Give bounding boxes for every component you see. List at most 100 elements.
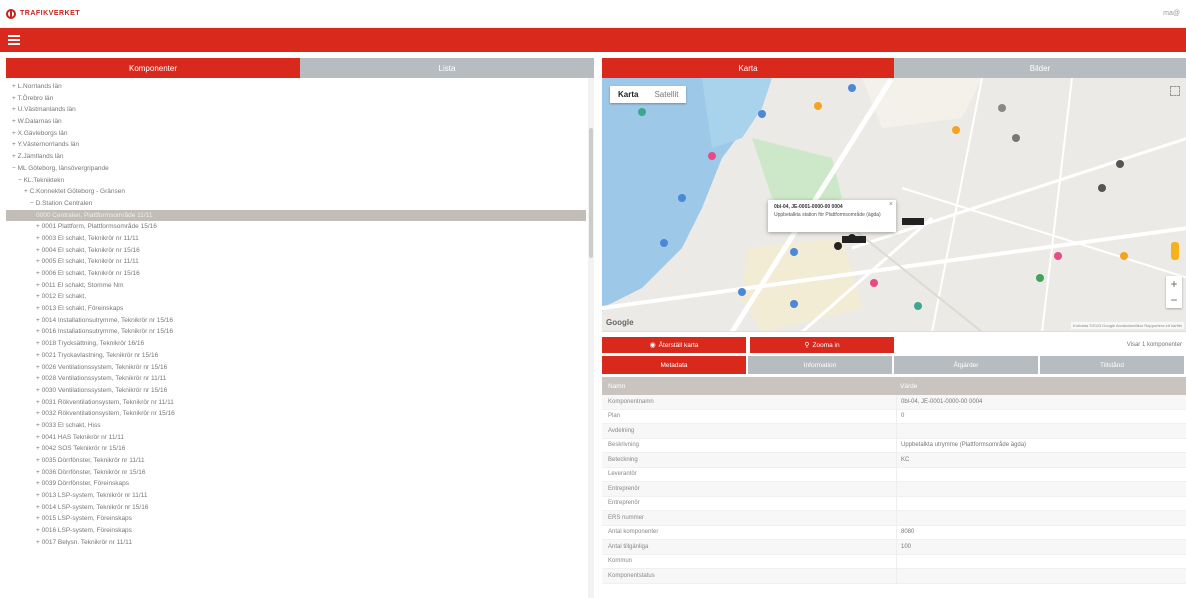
tree-item[interactable]: + 0031 Rökventilationsystem, Teknikrör n…: [6, 397, 594, 409]
header-name: Namn: [608, 382, 626, 390]
tree-item[interactable]: − D.Station Centralen: [6, 198, 594, 210]
tree-item[interactable]: + 0021 Tryckavlastning, Teknikrör nr 15/…: [6, 350, 594, 362]
property-name: Beskrivning: [608, 442, 640, 449]
tree-item[interactable]: + X.Gävleborgs län: [6, 128, 594, 140]
property-value: Uppbetalkta utrymme (Plattformsområde äg…: [896, 438, 1186, 452]
tree-item[interactable]: + 0004 El schakt, Teknikrör nr 15/16: [6, 245, 594, 257]
tab-atgarder[interactable]: Åtgärder: [894, 356, 1038, 374]
tree-item[interactable]: + 0015 LSP-system, Föreinskaps: [6, 513, 594, 525]
main-content: Komponenter Lista + L.Norrlands län + T.Ö…: [6, 58, 1186, 598]
table-row: Komponentstatus: [602, 569, 1186, 584]
tab-bilder[interactable]: Bilder: [894, 58, 1186, 78]
property-name: Komponentnamn: [608, 398, 654, 405]
tree-item[interactable]: + 0028 Ventilationssystem, Teknikrör nr …: [6, 373, 594, 385]
tree-scrollbar[interactable]: [588, 78, 594, 598]
fullscreen-icon[interactable]: [1170, 86, 1180, 96]
property-value: 0: [896, 409, 1186, 423]
property-name: Leverantör: [608, 471, 637, 478]
popup-close-icon[interactable]: ×: [889, 201, 893, 208]
table-row: Entreprenör: [602, 482, 1186, 497]
tree-item[interactable]: + 0016 Installationsutrymme, Teknikrör n…: [6, 326, 594, 338]
tree-item[interactable]: + U.Västmanlands län: [6, 104, 594, 116]
map-attribution[interactable]: Kortdata ©2023 Google Användarvillkor Ra…: [1070, 322, 1184, 329]
property-name: Avdelning: [608, 427, 635, 434]
tree-item[interactable]: + Y.Västernorrlands län: [6, 139, 594, 151]
tree-item[interactable]: + 0032 Rökventilationsystem, Teknikrör n…: [6, 408, 594, 420]
property-value: [896, 496, 1186, 510]
tree-item[interactable]: − KL.Tekniktekn: [6, 175, 594, 187]
tree-item[interactable]: + W.Dalarnas län: [6, 116, 594, 128]
tree-item[interactable]: + 0033 El schakt, Hiss: [6, 420, 594, 432]
tree-item[interactable]: + 0018 Trycksättning, Teknikrör 16/16: [6, 338, 594, 350]
detail-tabs: Metadata Information Åtgärder Tillstånd: [602, 356, 1186, 374]
tree-item[interactable]: + 0006 El schakt, Teknikrör nr 15/16: [6, 268, 594, 280]
tree-item[interactable]: + 0041 HAS Teknikrör nr 11/11: [6, 432, 594, 444]
zoom-in-map-label: Zooma in: [812, 341, 840, 349]
zoom-controls: + −: [1166, 276, 1182, 308]
tree-item[interactable]: + 0013 LSP-system, Teknikrör nr 11/11: [6, 490, 594, 502]
table-row: ERS nummer: [602, 511, 1186, 526]
table-row: Entreprenör: [602, 496, 1186, 511]
tree-item[interactable]: + 0003 El schakt, Teknikrör nr 11/11: [6, 233, 594, 245]
property-value: [896, 467, 1186, 481]
property-value: [896, 554, 1186, 568]
tree-item[interactable]: + 0042 SOS Teknikrör nr 15/16: [6, 443, 594, 455]
tree-item[interactable]: + 0014 Installationsutrymme, Teknikrör n…: [6, 315, 594, 327]
table-row: Plan 0: [602, 409, 1186, 424]
street-view-pegman-icon[interactable]: [1171, 242, 1179, 260]
tab-karta[interactable]: Karta: [602, 58, 894, 78]
tree-scrollbar-thumb[interactable]: [589, 128, 593, 258]
nav-bar: [0, 28, 1186, 52]
tree-item[interactable]: + 0012 El schakt,: [6, 291, 594, 303]
tree-item[interactable]: + 0026 Ventilationssystem, Teknikrör nr …: [6, 362, 594, 374]
property-value: [896, 424, 1186, 438]
tab-komponenter[interactable]: Komponenter: [6, 58, 300, 78]
zoom-in-button[interactable]: +: [1166, 276, 1182, 292]
tree-item[interactable]: + Z.Jämtlands län: [6, 151, 594, 163]
tree-item[interactable]: + 0017 Belysn. Teknikrör nr 11/11: [6, 537, 594, 549]
tree-item[interactable]: − ML Göteborg, länsövergripande: [6, 163, 594, 175]
tree-item[interactable]: + 0011 El schakt, Stomme Nm: [6, 280, 594, 292]
zoom-in-map-button[interactable]: ⚲ Zooma in: [750, 337, 894, 353]
hamburger-menu-icon[interactable]: [8, 35, 20, 45]
tree-item-selected[interactable]: 0000 Centralen, Plattformsområde 11/11: [6, 209, 586, 222]
tree-item[interactable]: + 0016 LSP-system, Föreinskaps: [6, 525, 594, 537]
tree-item[interactable]: + T.Örebro län: [6, 93, 594, 105]
magnifier-icon: ⚲: [804, 342, 810, 349]
tab-tillstand[interactable]: Tillstånd: [1040, 356, 1184, 374]
reset-map-button[interactable]: ◉ Återställ karta: [602, 337, 746, 353]
tree-item[interactable]: + 0013 El schakt, Föreinskaps: [6, 303, 594, 315]
user-link[interactable]: ma@: [1163, 10, 1180, 17]
map-actions: ◉ Återställ karta ⚲ Zooma in Visar 1 kom…: [602, 336, 1186, 354]
tree-item[interactable]: + 0035 Dörrfönster, Teknikrör nr 11/11: [6, 455, 594, 467]
property-value: 8080: [896, 525, 1186, 539]
property-value: [896, 482, 1186, 496]
google-logo: Google: [606, 318, 634, 327]
tree-item[interactable]: + 0036 Dörrfönster, Teknikrör nr 15/16: [6, 467, 594, 479]
tab-metadata[interactable]: Metadata: [602, 356, 746, 374]
map-view[interactable]: Karta Satellit × 0bl-04, JE-0001-0000-00…: [602, 78, 1186, 332]
brand-logo[interactable]: TRAFIKVERKET: [6, 8, 80, 19]
tree-item[interactable]: + 0005 El schakt, Teknikrör nr 11/11: [6, 256, 594, 268]
zoom-out-button[interactable]: −: [1166, 292, 1182, 308]
tree-item[interactable]: + 0030 Ventilationssystem, Teknikrör nr …: [6, 385, 594, 397]
map-type-karta[interactable]: Karta: [610, 86, 646, 103]
tree-item[interactable]: + L.Norrlands län: [6, 81, 594, 93]
left-tabs: Komponenter Lista: [6, 58, 594, 78]
property-name: Antal tillgänliga: [608, 543, 649, 550]
table-row: Antal komponenter 8080: [602, 525, 1186, 540]
map-info-popup: × 0bl-04, JE-0001-0000-00 0004 Uppbetalk…: [768, 200, 896, 232]
tab-lista[interactable]: Lista: [300, 58, 594, 78]
map-type-satellit[interactable]: Satellit: [646, 86, 686, 103]
table-row: Komponentnamn 0bl-04, JE-0001-0000-00 000…: [602, 395, 1186, 410]
property-value: 0bl-04, JE-0001-0000-00 0004: [896, 395, 1186, 409]
property-name: Entreprenör: [608, 485, 640, 492]
tree-item[interactable]: + 0039 Dörrfönster, Föreinskaps: [6, 478, 594, 490]
right-panel: Karta Bilder Karta Satellit × 0bl-04, JE…: [602, 58, 1186, 598]
table-row: Kommun: [602, 554, 1186, 569]
tree-item[interactable]: + 0001 Plattform, Plattformsområde 15/16: [6, 221, 594, 233]
table-row: Avdelning: [602, 424, 1186, 439]
tab-information[interactable]: Information: [748, 356, 892, 374]
tree-item[interactable]: + 0014 LSP-system, Teknikrör nr 15/16: [6, 502, 594, 514]
tree-item[interactable]: + C.Konnektet Göteborg - Gränsen: [6, 186, 594, 198]
